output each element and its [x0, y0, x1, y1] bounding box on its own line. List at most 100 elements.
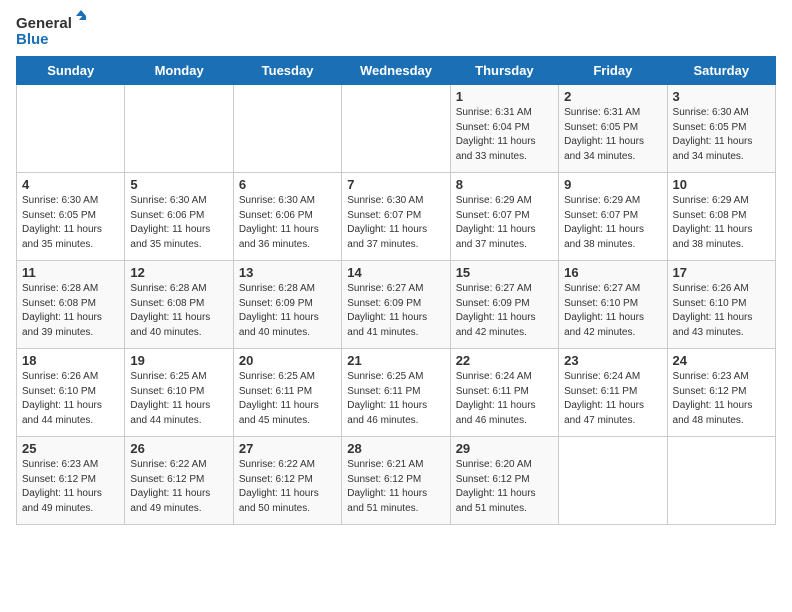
- calendar-cell: 25 Sunrise: 6:23 AM Sunset: 6:12 PM Dayli…: [17, 437, 125, 525]
- day-info: Sunrise: 6:24 AM Sunset: 6:11 PM Dayligh…: [456, 370, 553, 428]
- calendar-cell: 15Sunrise: 6:27 AM Sunset: 6:09 PM Dayli…: [450, 261, 558, 349]
- day-number: 5: [130, 177, 227, 192]
- day-info: Sunrise: 6:31 AM Sunset: 6:05 PM Dayligh…: [564, 106, 661, 164]
- day-header-sunday: Sunday: [17, 57, 125, 85]
- day-number: 6: [239, 177, 336, 192]
- calendar-cell: 17 Sunrise: 6:26 AM Sunset: 6:10 PM Dayli…: [667, 261, 775, 349]
- calendar-cell: [559, 437, 667, 525]
- calendar-cell: 16 Sunrise: 6:27 AM Sunset: 6:10 PM Dayli…: [559, 261, 667, 349]
- calendar-cell: 5 Sunrise: 6:30 AM Sunset: 6:06 PM Daylig…: [125, 173, 233, 261]
- calendar-cell: 24 Sunrise: 6:23 AM Sunset: 6:12 PM Dayli…: [667, 349, 775, 437]
- day-info: Sunrise: 6:25 AM Sunset: 6:10 PM Dayligh…: [130, 370, 227, 428]
- day-number: 3: [673, 89, 770, 104]
- calendar-week-4: 18 Sunrise: 6:26 AM Sunset: 6:10 PM Dayli…: [17, 349, 776, 437]
- day-number: 27: [239, 441, 336, 456]
- calendar-body: 1Sunrise: 6:31 AM Sunset: 6:04 PM Daylig…: [17, 85, 776, 525]
- day-info: Sunrise: 6:29 AM Sunset: 6:07 PM Dayligh…: [456, 194, 553, 252]
- calendar-cell: 10 Sunrise: 6:29 AM Sunset: 6:08 PM Dayli…: [667, 173, 775, 261]
- calendar-cell: 13 Sunrise: 6:28 AM Sunset: 6:09 PM Dayli…: [233, 261, 341, 349]
- calendar-cell: 14Sunrise: 6:27 AM Sunset: 6:09 PM Dayli…: [342, 261, 450, 349]
- day-number: 14: [347, 265, 444, 280]
- day-info: Sunrise: 6:30 AM Sunset: 6:07 PM Dayligh…: [347, 194, 444, 252]
- day-header-tuesday: Tuesday: [233, 57, 341, 85]
- day-number: 11: [22, 265, 119, 280]
- calendar-cell: 12Sunrise: 6:28 AM Sunset: 6:08 PM Dayli…: [125, 261, 233, 349]
- day-info: Sunrise: 6:29 AM Sunset: 6:07 PM Dayligh…: [564, 194, 661, 252]
- day-number: 9: [564, 177, 661, 192]
- day-info: Sunrise: 6:26 AM Sunset: 6:10 PM Dayligh…: [22, 370, 119, 428]
- calendar-cell: 9 Sunrise: 6:29 AM Sunset: 6:07 PM Daylig…: [559, 173, 667, 261]
- calendar-week-3: 11 Sunrise: 6:28 AM Sunset: 6:08 PM Dayli…: [17, 261, 776, 349]
- day-number: 29: [456, 441, 553, 456]
- day-info: Sunrise: 6:28 AM Sunset: 6:09 PM Dayligh…: [239, 282, 336, 340]
- day-info: Sunrise: 6:20 AM Sunset: 6:12 PM Dayligh…: [456, 458, 553, 516]
- day-info: Sunrise: 6:25 AM Sunset: 6:11 PM Dayligh…: [239, 370, 336, 428]
- logo-svg: General Blue: [16, 10, 86, 50]
- day-number: 1: [456, 89, 553, 104]
- calendar-cell: 18 Sunrise: 6:26 AM Sunset: 6:10 PM Dayli…: [17, 349, 125, 437]
- day-info: Sunrise: 6:27 AM Sunset: 6:10 PM Dayligh…: [564, 282, 661, 340]
- calendar-cell: 20 Sunrise: 6:25 AM Sunset: 6:11 PM Dayli…: [233, 349, 341, 437]
- day-number: 19: [130, 353, 227, 368]
- calendar-week-2: 4 Sunrise: 6:30 AM Sunset: 6:05 PM Daylig…: [17, 173, 776, 261]
- calendar-cell: 3 Sunrise: 6:30 AM Sunset: 6:05 PM Daylig…: [667, 85, 775, 173]
- day-number: 13: [239, 265, 336, 280]
- calendar-cell: [342, 85, 450, 173]
- calendar-cell: 23 Sunrise: 6:24 AM Sunset: 6:11 PM Dayli…: [559, 349, 667, 437]
- day-info: Sunrise: 6:23 AM Sunset: 6:12 PM Dayligh…: [673, 370, 770, 428]
- logo: General Blue: [16, 10, 86, 50]
- day-number: 17: [673, 265, 770, 280]
- calendar-cell: [17, 85, 125, 173]
- calendar-cell: [233, 85, 341, 173]
- calendar-cell: [667, 437, 775, 525]
- day-info: Sunrise: 6:24 AM Sunset: 6:11 PM Dayligh…: [564, 370, 661, 428]
- calendar-cell: 29 Sunrise: 6:20 AM Sunset: 6:12 PM Dayli…: [450, 437, 558, 525]
- calendar-week-1: 1Sunrise: 6:31 AM Sunset: 6:04 PM Daylig…: [17, 85, 776, 173]
- day-info: Sunrise: 6:26 AM Sunset: 6:10 PM Dayligh…: [673, 282, 770, 340]
- calendar-cell: 19 Sunrise: 6:25 AM Sunset: 6:10 PM Dayli…: [125, 349, 233, 437]
- day-info: Sunrise: 6:30 AM Sunset: 6:05 PM Dayligh…: [22, 194, 119, 252]
- day-info: Sunrise: 6:30 AM Sunset: 6:06 PM Dayligh…: [239, 194, 336, 252]
- calendar-cell: 21 Sunrise: 6:25 AM Sunset: 6:11 PM Dayli…: [342, 349, 450, 437]
- day-number: 28: [347, 441, 444, 456]
- svg-text:General: General: [16, 15, 72, 32]
- day-number: 10: [673, 177, 770, 192]
- page-header: General Blue: [16, 10, 776, 50]
- day-number: 20: [239, 353, 336, 368]
- calendar-cell: 26Sunrise: 6:22 AM Sunset: 6:12 PM Dayli…: [125, 437, 233, 525]
- day-info: Sunrise: 6:30 AM Sunset: 6:05 PM Dayligh…: [673, 106, 770, 164]
- day-header-friday: Friday: [559, 57, 667, 85]
- calendar-cell: 22 Sunrise: 6:24 AM Sunset: 6:11 PM Dayli…: [450, 349, 558, 437]
- calendar-cell: 8Sunrise: 6:29 AM Sunset: 6:07 PM Daylig…: [450, 173, 558, 261]
- day-number: 23: [564, 353, 661, 368]
- day-number: 26: [130, 441, 227, 456]
- calendar-cell: 6 Sunrise: 6:30 AM Sunset: 6:06 PM Daylig…: [233, 173, 341, 261]
- calendar-cell: [125, 85, 233, 173]
- day-info: Sunrise: 6:27 AM Sunset: 6:09 PM Dayligh…: [456, 282, 553, 340]
- day-number: 4: [22, 177, 119, 192]
- day-info: Sunrise: 6:30 AM Sunset: 6:06 PM Dayligh…: [130, 194, 227, 252]
- svg-text:Blue: Blue: [16, 31, 49, 48]
- day-number: 2: [564, 89, 661, 104]
- calendar-week-5: 25 Sunrise: 6:23 AM Sunset: 6:12 PM Dayli…: [17, 437, 776, 525]
- day-header-wednesday: Wednesday: [342, 57, 450, 85]
- day-info: Sunrise: 6:25 AM Sunset: 6:11 PM Dayligh…: [347, 370, 444, 428]
- calendar-cell: 27 Sunrise: 6:22 AM Sunset: 6:12 PM Dayli…: [233, 437, 341, 525]
- day-header-thursday: Thursday: [450, 57, 558, 85]
- day-info: Sunrise: 6:28 AM Sunset: 6:08 PM Dayligh…: [22, 282, 119, 340]
- day-number: 21: [347, 353, 444, 368]
- day-number: 25: [22, 441, 119, 456]
- calendar-header-row: SundayMondayTuesdayWednesdayThursdayFrid…: [17, 57, 776, 85]
- day-header-saturday: Saturday: [667, 57, 775, 85]
- calendar-table: SundayMondayTuesdayWednesdayThursdayFrid…: [16, 56, 776, 525]
- day-info: Sunrise: 6:22 AM Sunset: 6:12 PM Dayligh…: [239, 458, 336, 516]
- day-number: 24: [673, 353, 770, 368]
- day-number: 16: [564, 265, 661, 280]
- day-number: 18: [22, 353, 119, 368]
- day-info: Sunrise: 6:29 AM Sunset: 6:08 PM Dayligh…: [673, 194, 770, 252]
- day-number: 22: [456, 353, 553, 368]
- calendar-cell: 28Sunrise: 6:21 AM Sunset: 6:12 PM Dayli…: [342, 437, 450, 525]
- calendar-cell: 4 Sunrise: 6:30 AM Sunset: 6:05 PM Daylig…: [17, 173, 125, 261]
- day-info: Sunrise: 6:23 AM Sunset: 6:12 PM Dayligh…: [22, 458, 119, 516]
- calendar-cell: 11 Sunrise: 6:28 AM Sunset: 6:08 PM Dayli…: [17, 261, 125, 349]
